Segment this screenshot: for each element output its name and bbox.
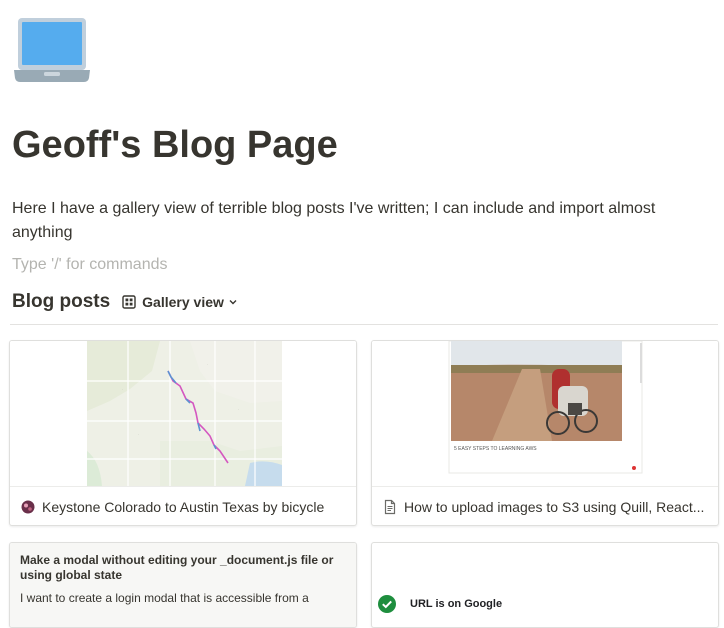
preview-text: I want to create a login modal that is a… [20,591,309,605]
document-icon [384,499,396,515]
google-status-text: URL is on Google [410,598,503,610]
database-divider [10,324,718,325]
gallery-card-keystone[interactable]: · · · · · Keystone Colorado to Austin Texas … [9,340,357,526]
map-route-image: · · · · · [10,341,356,487]
card-title-row: Keystone Colorado to Austin Texas by bic… [20,497,346,517]
command-placeholder[interactable]: Type '/' for commands [12,254,168,276]
google-status-row: URL is on Google [378,595,502,613]
database-header: Blog posts Gallery view [12,289,238,315]
database-title[interactable]: Blog posts [12,291,110,313]
intro-paragraph[interactable]: Here I have a gallery view of terrible b… [12,197,702,245]
gallery-card-google-url[interactable]: URL is on Google [371,542,719,628]
gallery-card-s3-upload[interactable]: 5 EASY STEPS TO LEARNING AWS How to uplo… [371,340,719,526]
gallery-grid-icon [122,295,136,309]
page-title[interactable]: Geoff's Blog Page [12,122,338,168]
laptop-icon[interactable] [12,16,92,84]
svg-text:·: · [207,362,208,367]
card-title: Keystone Colorado to Austin Texas by bic… [42,499,325,515]
svg-text:·: · [238,407,239,412]
check-circle-icon [378,595,396,613]
photo-caption: 5 EASY STEPS TO LEARNING AWS [454,446,537,452]
gallery-card-modal[interactable]: Make a modal without editing your _docum… [9,542,357,628]
chevron-down-icon [229,300,237,305]
gallery-view-dropdown[interactable]: Gallery view [122,294,238,310]
preview-heading: Make a modal without editing your _docum… [20,553,334,582]
card-title-row: How to upload images to S3 using Quill, … [382,497,708,517]
page-emoji-icon [21,500,35,514]
gravel-road-bike-photo: 5 EASY STEPS TO LEARNING AWS [372,341,718,487]
svg-text:·: · [138,432,139,437]
card-preview: Make a modal without editing your _docum… [10,543,356,627]
card-title: How to upload images to S3 using Quill, … [404,499,705,515]
view-label: Gallery view [142,294,224,310]
svg-text:·: · [122,387,123,392]
